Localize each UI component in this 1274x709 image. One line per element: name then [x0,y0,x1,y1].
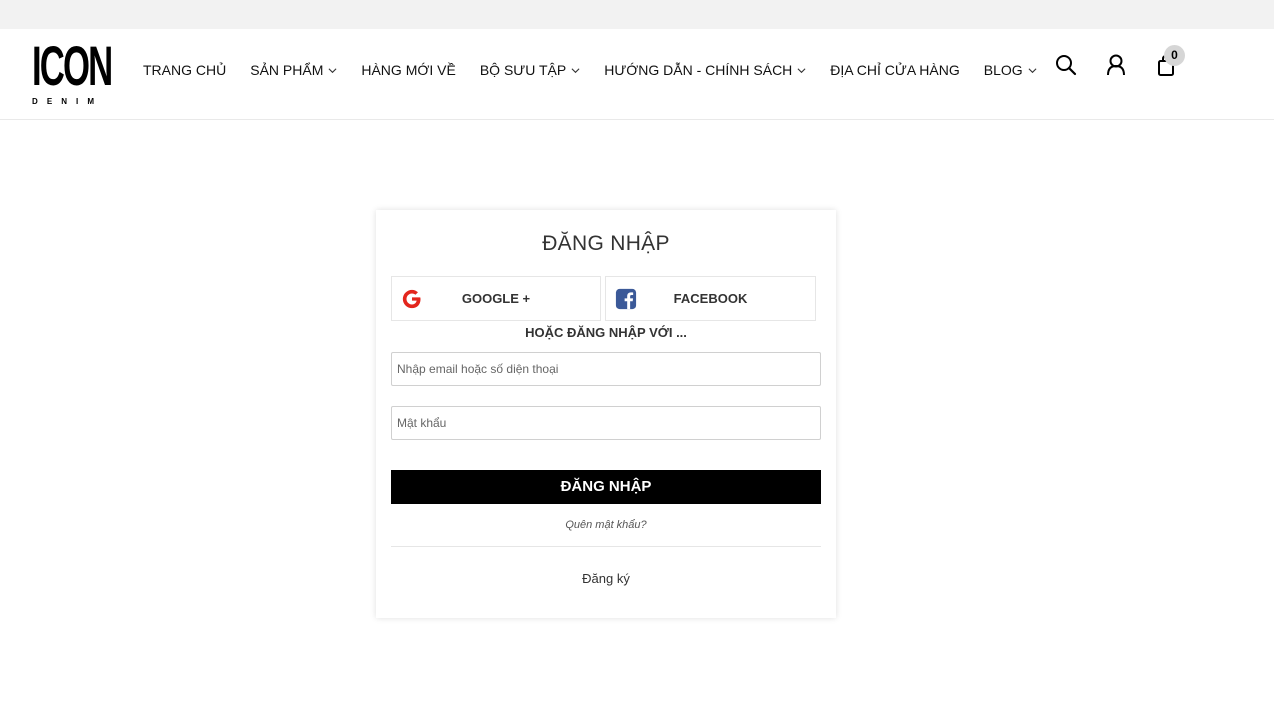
logo-letter: D [32,97,38,106]
cart-count-badge: 0 [1164,45,1185,66]
nav-label: ĐỊA CHỈ CỬA HÀNG [830,62,960,78]
chevron-down-icon [797,67,806,73]
header-icons: 0 [1054,45,1204,77]
nav-label: BLOG [983,62,1023,78]
google-label: GOOGLE + [461,291,531,306]
google-icon [402,289,421,309]
nav-item-store-address[interactable]: ĐỊA CHỈ CỬA HÀNG [830,62,959,78]
facebook-icon [615,288,637,310]
google-login-button[interactable]: GOOGLE + [391,276,601,321]
account-button[interactable] [1104,53,1128,77]
nav-item-blog[interactable]: BLOG [984,62,1037,78]
logo-letter: I [76,97,79,106]
nav-label: HÀNG MỚI VỀ [361,62,456,78]
nav-label: BỘ SƯU TẬP [479,62,567,78]
email-input[interactable] [391,352,821,386]
search-icon [1056,55,1077,76]
chevron-down-icon [328,67,337,73]
nav-label: SẢN PHẨM [250,62,324,78]
logo-letter: N [61,97,67,106]
main-nav: TRANG CHỦ SẢN PHẨM HÀNG MỚI VỀ BỘ SƯU TẬ… [143,62,1061,78]
password-input[interactable] [391,406,821,440]
logo-text: ICON [32,34,113,97]
register-link[interactable]: Đăng ký [376,571,836,586]
user-icon [1107,54,1125,76]
logo-letter: M [87,97,94,106]
login-card: ĐĂNG NHẬP GOOGLE + FACEBOOK HOẶC ĐĂNG NH… [376,210,836,618]
login-title: ĐĂNG NHẬP [542,232,670,255]
forgot-password-link[interactable]: Quên mật khẩu? [376,519,836,531]
divider [391,546,821,547]
nav-label: HƯỚNG DẪN - CHÍNH SÁCH [604,62,793,78]
logo-letter: E [46,97,53,106]
chevron-down-icon [571,67,580,73]
site-header: ICON D E N I M TRANG CHỦ SẢN PHẨM HÀNG M… [0,29,1274,120]
nav-item-collections[interactable]: BỘ SƯU TẬP [480,62,580,78]
search-button[interactable] [1054,53,1078,77]
nav-label: TRANG CHỦ [143,62,227,78]
top-bar [0,0,1274,29]
nav-item-guide-policy[interactable]: HƯỚNG DẪN - CHÍNH SÁCH [604,62,806,78]
brand-logo[interactable]: ICON D E N I M [32,34,113,107]
chevron-down-icon [1028,67,1037,73]
cart-button[interactable]: 0 [1154,45,1185,77]
facebook-login-button[interactable]: FACEBOOK [605,276,816,321]
nav-item-home[interactable]: TRANG CHỦ [143,62,226,78]
or-divider-text: HOẶC ĐĂNG NHẬP VỚI ... [525,325,687,340]
nav-item-new-arrivals[interactable]: HÀNG MỚI VỀ [361,62,455,78]
logo-subtext: D E N I M [32,97,94,106]
login-submit-button[interactable]: ĐĂNG NHẬP [391,470,821,504]
facebook-label: FACEBOOK [673,291,748,306]
nav-item-products[interactable]: SẢN PHẨM [250,62,337,78]
